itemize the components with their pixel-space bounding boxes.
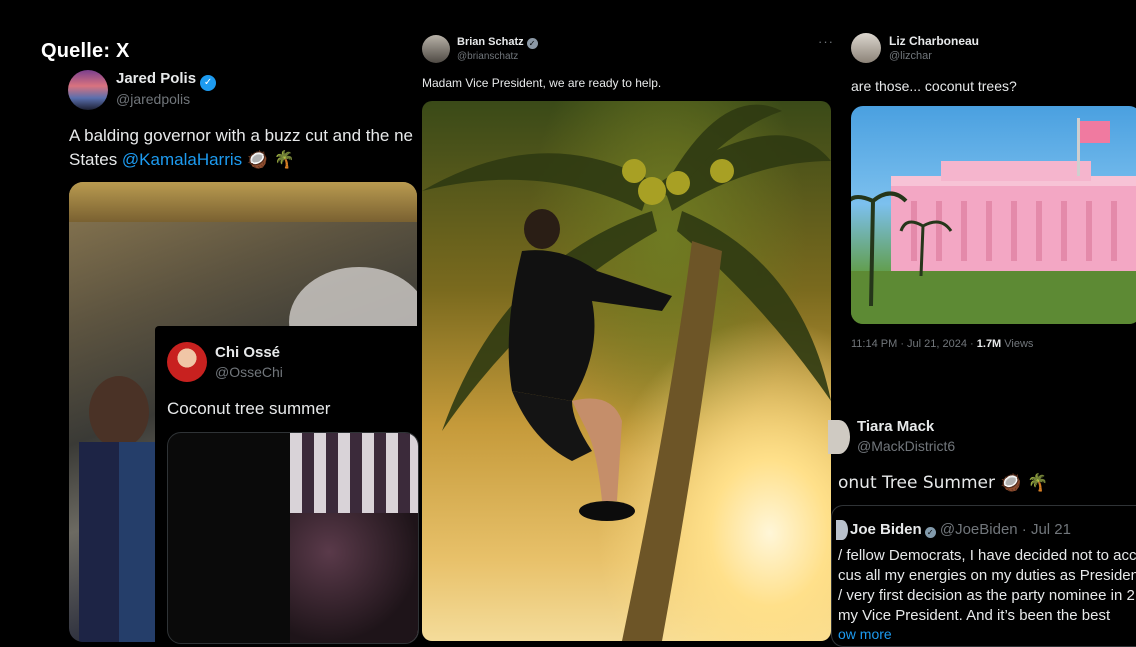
- avatar[interactable]: [851, 33, 881, 63]
- author-name[interactable]: Brian Schatz ✓: [457, 36, 538, 49]
- author-name-text[interactable]: Jared Polis: [116, 70, 196, 87]
- views-count: 1.7M: [976, 338, 1002, 350]
- tweet-meta: 11:14 PM · Jul 21, 2024 · 1.7M Views: [851, 338, 1033, 350]
- author-name[interactable]: Liz Charboneau: [889, 34, 979, 48]
- avatar[interactable]: [167, 342, 207, 382]
- tweet-text-line: States @KamalaHarris 🥥 🌴: [69, 148, 419, 172]
- tweet-photo[interactable]: [851, 106, 1136, 324]
- mention-link[interactable]: @KamalaHarris: [122, 150, 242, 169]
- tweet-text: A balding governor with a buzz cut and t…: [69, 124, 419, 172]
- source-label: Quelle: X: [41, 40, 130, 62]
- avatar[interactable]: [68, 70, 108, 110]
- avatar[interactable]: [828, 420, 850, 454]
- more-options-icon[interactable]: ···: [818, 34, 834, 49]
- author-handle[interactable]: @OsseChi: [215, 364, 283, 380]
- tweet-photo[interactable]: [422, 101, 831, 641]
- quoted-tweet-line: / very first decision as the party nomin…: [838, 587, 1135, 604]
- pink-white-house-graphic: [851, 118, 1136, 324]
- timestamp[interactable]: 11:14 PM · Jul 21, 2024 ·: [851, 338, 977, 350]
- author-handle[interactable]: @MackDistrict6: [857, 438, 955, 454]
- author-handle[interactable]: @brianschatz: [457, 51, 518, 62]
- tweet-text: are those... coconut trees?: [851, 78, 1017, 94]
- avatar[interactable]: [836, 520, 848, 540]
- quoted-tweet-line: my Vice President. And it’s been the bes…: [838, 607, 1111, 624]
- author-name-text[interactable]: Joe Biden: [850, 521, 922, 538]
- show-more-link[interactable]: ow more: [838, 626, 892, 642]
- tweet-text-line: A balding governor with a buzz cut and t…: [69, 126, 414, 145]
- author-handle[interactable]: @jaredpolis: [116, 91, 190, 107]
- avatar[interactable]: [422, 35, 450, 63]
- quoted-tweet-line: cus all my energies on my duties as Pres…: [838, 567, 1136, 584]
- video-frame-crowd: [290, 513, 418, 643]
- verified-badge-icon: ✓: [924, 527, 936, 538]
- tweet-video[interactable]: [167, 432, 419, 644]
- author-handle[interactable]: @lizchar: [889, 50, 932, 62]
- tweet-text-fragment: States: [69, 150, 122, 169]
- verified-badge-icon: ✓: [200, 75, 217, 91]
- author-name[interactable]: Chi Ossé: [215, 344, 280, 361]
- author-name-text[interactable]: Brian Schatz: [457, 36, 524, 48]
- palm-tree-photo-graphic: [422, 104, 831, 641]
- tweet-text: onut Tree Summer 🥥 🌴: [838, 473, 1049, 493]
- author-name[interactable]: Jared Polis ✓: [116, 70, 217, 91]
- tweet-text: Coconut tree summer: [167, 399, 331, 418]
- verified-badge-icon: ✓: [526, 38, 538, 49]
- quoted-author[interactable]: Joe Biden ✓ @JoeBiden · Jul 21: [850, 521, 1071, 538]
- tweet-emojis: 🥥 🌴: [246, 150, 295, 170]
- quoted-tweet-text: / fellow Democrats, I have decided not t…: [838, 546, 1136, 626]
- views-label: Views: [1001, 338, 1034, 350]
- author-handle-date: @JoeBiden · Jul 21: [935, 521, 1071, 538]
- author-name[interactable]: Tiara Mack: [857, 418, 934, 435]
- tweet-text: Madam Vice President, we are ready to he…: [422, 76, 662, 90]
- quoted-tweet-line: / fellow Democrats, I have decided not t…: [838, 547, 1136, 564]
